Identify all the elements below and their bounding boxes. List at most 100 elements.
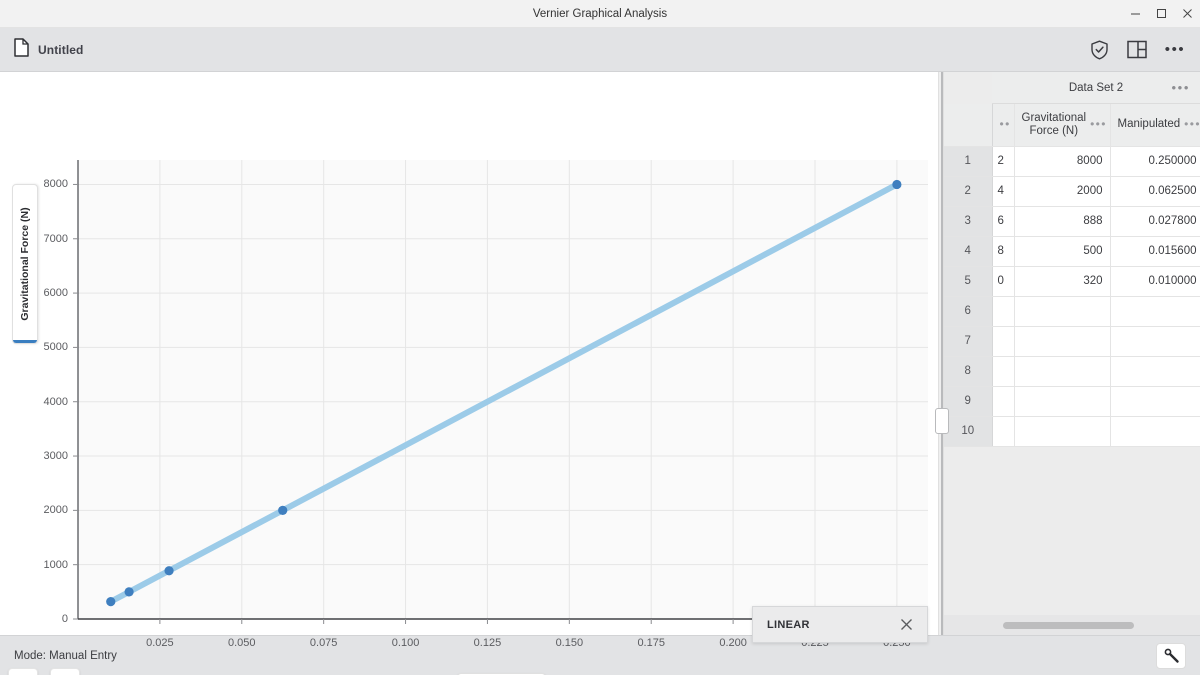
cell-gravitational-force[interactable] — [1014, 416, 1111, 447]
y-tick-label: 2000 — [43, 504, 68, 517]
x-tick-label: 0.025 — [146, 637, 174, 649]
table-row[interactable]: 6 — [944, 296, 1200, 327]
overflow-menu-icon[interactable]: ••• — [1164, 39, 1186, 61]
row-index-cell[interactable]: 9 — [944, 386, 993, 417]
hidden-column-cell[interactable]: 8 — [992, 236, 1015, 267]
row-index-cell[interactable]: 1 — [944, 146, 993, 177]
column-header-force-label: Gravitational Force (N) — [1021, 111, 1087, 137]
column-manipulated-menu-icon[interactable]: ••• — [1184, 118, 1200, 130]
cell-gravitational-force[interactable]: 888 — [1014, 206, 1111, 237]
cell-manipulated[interactable]: 0.062500 — [1110, 176, 1200, 207]
cell-manipulated[interactable]: 0.027800 — [1110, 206, 1200, 237]
data-point[interactable] — [106, 597, 116, 607]
data-point[interactable] — [892, 179, 902, 190]
y-tick-label: 6000 — [43, 287, 68, 300]
hidden-column-cell[interactable] — [992, 386, 1015, 417]
table-row[interactable]: 8 — [944, 356, 1200, 387]
hidden-column-menu-icon[interactable]: •• — [1000, 118, 1011, 130]
cell-manipulated[interactable] — [1110, 416, 1200, 447]
row-index-cell[interactable]: 8 — [944, 356, 993, 387]
hidden-column-cell[interactable] — [992, 296, 1015, 327]
cell-gravitational-force[interactable]: 8000 — [1014, 146, 1111, 177]
document-title: Untitled — [38, 42, 84, 57]
sensor-probe-icon[interactable] — [1156, 642, 1186, 669]
cell-gravitational-force[interactable]: 2000 — [1014, 176, 1111, 207]
data-point[interactable] — [124, 587, 134, 597]
title-bar: Vernier Graphical Analysis — [0, 0, 1200, 28]
table-scrollbar-thumb[interactable] — [1003, 621, 1134, 629]
hidden-column-cell[interactable] — [992, 416, 1015, 447]
row-index-cell[interactable]: 7 — [944, 326, 993, 357]
splitter-drag-handle[interactable] — [935, 408, 949, 434]
linear-fit-box[interactable]: LINEAR — [752, 606, 928, 643]
row-index-cell[interactable]: 3 — [944, 206, 993, 237]
cell-manipulated[interactable]: 0.010000 — [1110, 266, 1200, 297]
data-table[interactable]: •• Gravitational Force (N) ••• Manipulat… — [944, 104, 1200, 447]
hidden-column-cell[interactable]: 2 — [992, 146, 1015, 177]
row-index-cell[interactable]: 5 — [944, 266, 993, 297]
x-tick-label: 0.150 — [555, 637, 584, 649]
table-row[interactable]: 10 — [944, 416, 1200, 447]
x-tick-label: 0.100 — [391, 637, 420, 649]
row-index-cell[interactable]: 6 — [944, 296, 993, 327]
table-row[interactable]: 2 4 2000 0.062500 — [944, 176, 1200, 207]
row-index-cell[interactable]: 4 — [944, 236, 993, 267]
table-row[interactable]: 7 — [944, 326, 1200, 357]
table-row[interactable]: 3 6 888 0.027800 — [944, 206, 1200, 237]
table-row[interactable]: 5 0 320 0.010000 — [944, 266, 1200, 297]
cell-gravitational-force[interactable]: 500 — [1014, 236, 1111, 267]
hidden-column-cell[interactable]: 4 — [992, 176, 1015, 207]
app-toolbar: Untitled ••• — [0, 28, 1200, 72]
table-row[interactable]: 1 2 8000 0.250000 — [944, 146, 1200, 177]
hidden-column-cell[interactable]: 6 — [992, 206, 1015, 237]
graph-tool-icon[interactable] — [8, 668, 38, 675]
table-row[interactable]: 4 8 500 0.015600 — [944, 236, 1200, 267]
hidden-column-cell[interactable] — [992, 356, 1015, 387]
zoom-tool-icon[interactable] — [50, 668, 80, 675]
close-icon[interactable] — [900, 618, 913, 631]
shield-check-icon[interactable] — [1088, 39, 1110, 61]
row-index-cell[interactable]: 10 — [944, 416, 993, 447]
table-horizontal-scrollbar[interactable] — [944, 615, 1200, 635]
column-header-manipulated-label: Manipulated — [1117, 118, 1181, 131]
table-row[interactable]: 9 — [944, 386, 1200, 417]
pane-splitter[interactable] — [935, 72, 949, 635]
cell-gravitational-force[interactable] — [1014, 326, 1111, 357]
hidden-column-cell[interactable] — [992, 326, 1015, 357]
data-point[interactable] — [164, 566, 174, 576]
cell-manipulated[interactable]: 0.015600 — [1110, 236, 1200, 267]
data-point[interactable] — [278, 505, 288, 515]
maximize-icon[interactable] — [1148, 0, 1174, 28]
y-tick-label: 3000 — [43, 450, 68, 463]
application-window: Vernier Graphical Analysis Untitled ••• … — [0, 0, 1200, 675]
document-chip[interactable]: Untitled — [14, 37, 84, 62]
window-controls — [1122, 0, 1200, 28]
cell-gravitational-force[interactable]: 320 — [1014, 266, 1111, 297]
layout-panels-icon[interactable] — [1126, 39, 1148, 61]
minimize-icon[interactable] — [1122, 0, 1148, 28]
row-index-cell[interactable]: 2 — [944, 176, 993, 207]
y-tick-label: 8000 — [43, 178, 68, 191]
overflow-menu-dots: ••• — [1164, 40, 1186, 58]
hidden-column-cell[interactable]: 0 — [992, 266, 1015, 297]
cell-manipulated[interactable] — [1110, 386, 1200, 417]
close-icon[interactable] — [1174, 0, 1200, 28]
cell-manipulated[interactable]: 0.250000 — [1110, 146, 1200, 177]
x-tick-label: 0.200 — [719, 637, 747, 649]
column-header-manipulated[interactable]: Manipulated ••• — [1110, 104, 1200, 147]
hidden-column-header[interactable]: •• — [992, 104, 1015, 147]
cell-manipulated[interactable] — [1110, 356, 1200, 387]
cell-manipulated[interactable] — [1110, 296, 1200, 327]
y-tick-label: 7000 — [43, 232, 68, 245]
column-header-force[interactable]: Gravitational Force (N) ••• — [1014, 104, 1111, 147]
cell-gravitational-force[interactable] — [1014, 296, 1111, 327]
cell-gravitational-force[interactable] — [1014, 386, 1111, 417]
y-axis-title[interactable]: Gravitational Force (N) — [12, 184, 38, 344]
plot-area[interactable]: 0 1000 2000 3000 4000 5000 6000 7000 8000 0.025 0… — [0, 72, 938, 675]
cell-manipulated[interactable] — [1110, 326, 1200, 357]
graph-pane: 0 1000 2000 3000 4000 5000 6000 7000 8000 0.025 0… — [0, 72, 938, 675]
status-bar-actions — [1156, 642, 1186, 669]
cell-gravitational-force[interactable] — [1014, 356, 1111, 387]
chart-canvas[interactable] — [0, 72, 938, 675]
column-force-menu-icon[interactable]: ••• — [1090, 118, 1107, 130]
